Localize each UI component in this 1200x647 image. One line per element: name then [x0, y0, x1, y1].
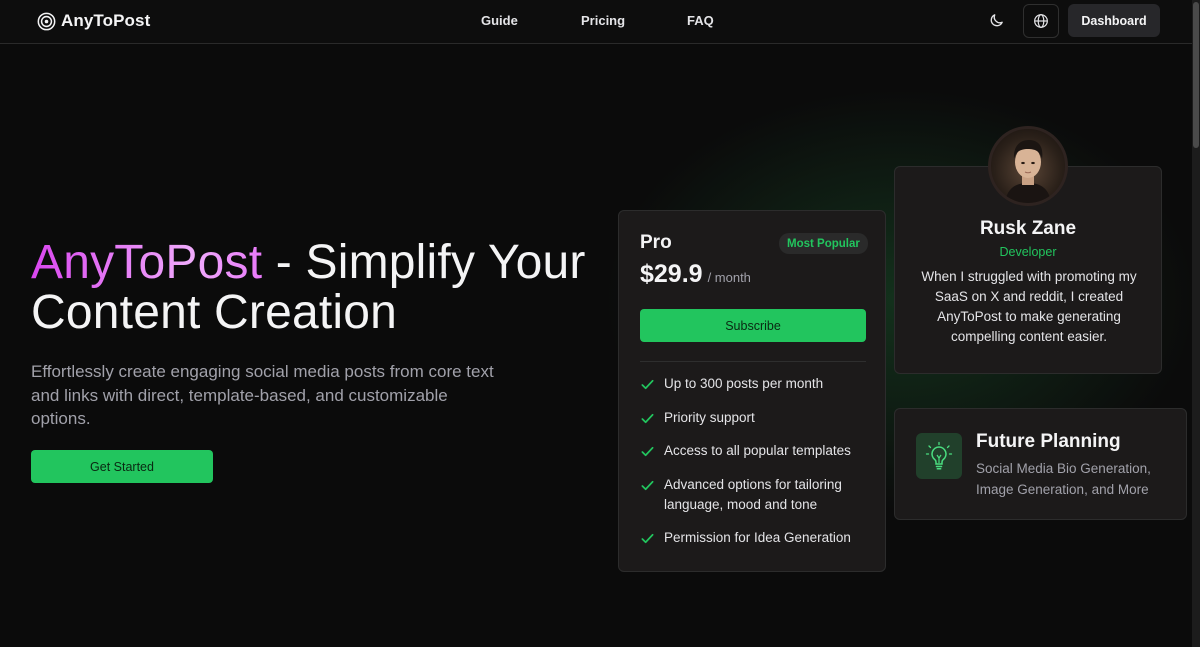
dashboard-button[interactable]: Dashboard [1068, 4, 1160, 37]
scrollbar[interactable] [1192, 0, 1200, 647]
hero-title-brand: AnyToPost [31, 236, 263, 289]
subscribe-button[interactable]: Subscribe [640, 309, 866, 342]
logo-target-icon [37, 12, 56, 30]
check-icon [641, 480, 654, 490]
hero-subtitle: Effortlessly create engaging social medi… [31, 362, 494, 428]
feature-text: Access to all popular templates [664, 443, 851, 458]
globe-icon [1034, 14, 1048, 28]
feature-text: Permission for Idea Generation [664, 530, 851, 545]
check-icon [641, 413, 654, 423]
most-popular-badge: Most Popular [779, 233, 868, 254]
top-nav-bar: AnyToPost Guide Pricing FAQ Dashboard [0, 0, 1192, 44]
feature-item: Priority support [640, 408, 876, 428]
nav-pricing[interactable]: Pricing [581, 13, 625, 28]
avatar-portrait [1005, 140, 1051, 203]
nav-guide[interactable]: Guide [481, 13, 518, 28]
feature-item: Up to 300 posts per month [640, 374, 876, 394]
avatar [988, 126, 1068, 206]
author-role: Developer [999, 245, 1057, 259]
feature-text: Priority support [664, 409, 755, 425]
lightbulb-badge [916, 433, 962, 479]
nav-faq[interactable]: FAQ [687, 13, 714, 28]
lightbulb-icon [925, 441, 953, 470]
check-icon [641, 379, 654, 390]
feature-item: Permission for Idea Generation [640, 528, 876, 548]
feature-list: Up to 300 posts per month Priority suppo… [640, 374, 876, 562]
price-row: $29.9 / month [640, 260, 751, 289]
check-icon [641, 533, 654, 544]
divider [640, 361, 866, 362]
check-icon [641, 446, 654, 457]
future-planning-title: Future Planning [976, 431, 1121, 452]
plan-name: Pro [640, 232, 672, 253]
hero-title: AnyToPost - Simplify Your Content Creati… [31, 238, 591, 338]
future-planning-description: Social Media Bio Generation, Image Gener… [976, 461, 1151, 497]
feature-item: Access to all popular templates [640, 441, 876, 461]
logo-text: AnyToPost [61, 11, 151, 30]
testimonial-quote: When I struggled with promoting my SaaS … [921, 269, 1137, 344]
language-button[interactable] [1023, 4, 1059, 38]
price-period: / month [707, 270, 751, 285]
logo[interactable]: AnyToPost [37, 10, 150, 32]
pricing-card: Pro Most Popular $29.9 / month Subscribe… [618, 210, 886, 572]
future-planning-card: Future Planning Social Media Bio Generat… [894, 408, 1187, 520]
scrollbar-thumb[interactable] [1193, 2, 1199, 148]
author-name: Rusk Zane [979, 218, 1077, 239]
price: $29.9 [640, 260, 703, 288]
get-started-button[interactable]: Get Started [31, 450, 213, 483]
feature-text: Advanced options for tailoring language,… [664, 476, 842, 512]
feature-item: Advanced options for tailoring language,… [640, 475, 876, 515]
moon-icon[interactable] [988, 12, 1005, 29]
feature-text: Up to 300 posts per month [664, 376, 824, 391]
